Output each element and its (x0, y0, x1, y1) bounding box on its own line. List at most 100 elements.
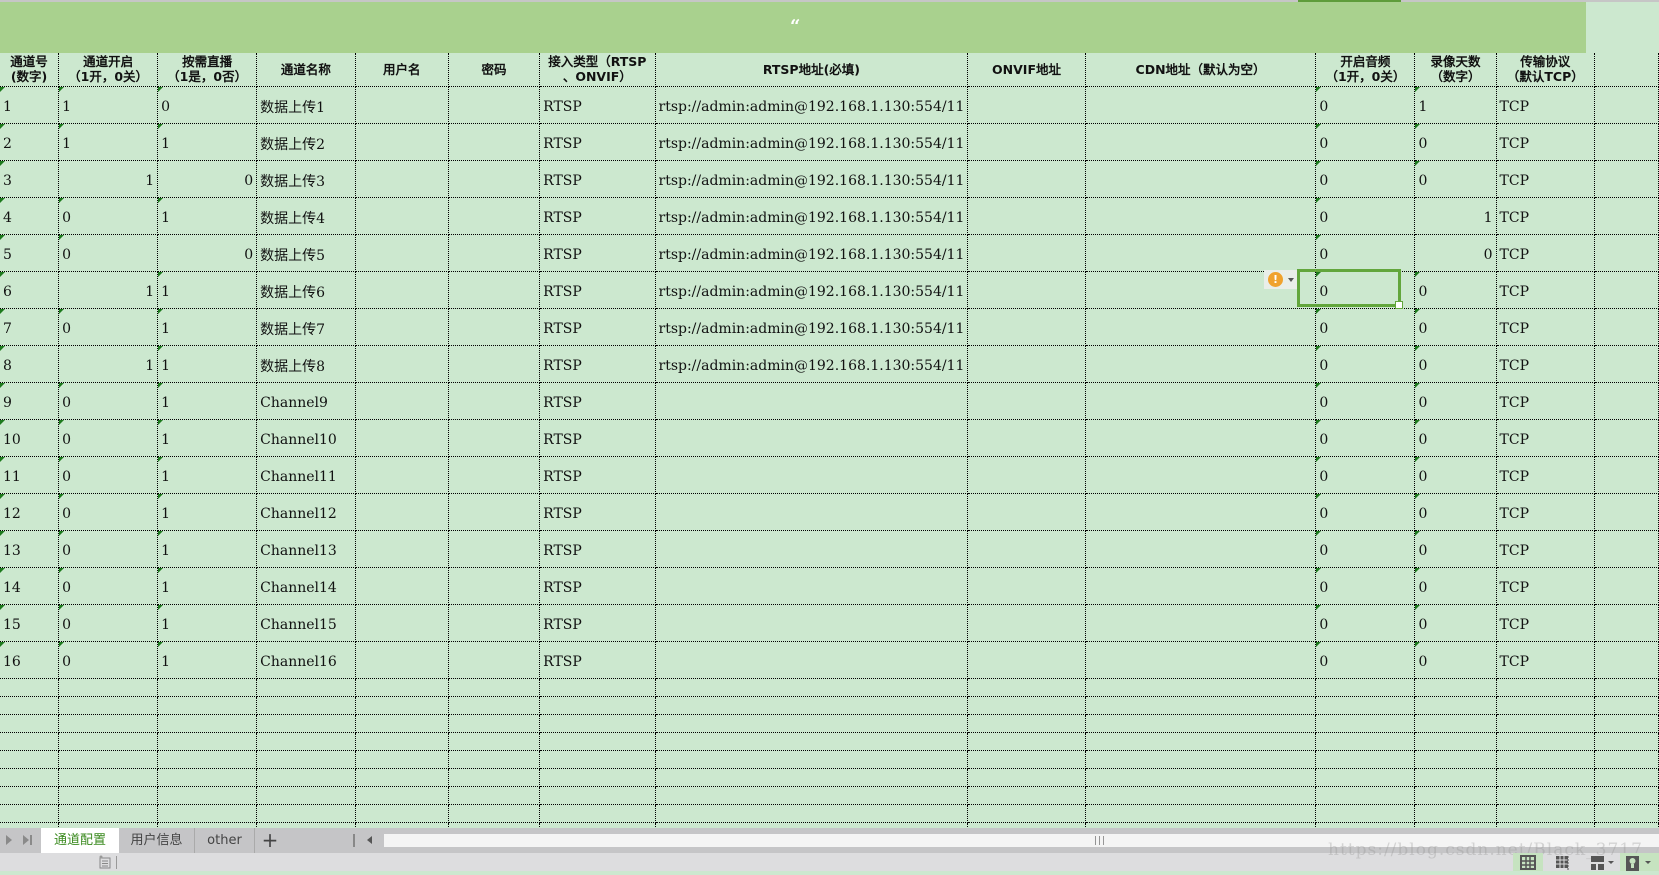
channel-number-cell[interactable]: 12 (0, 493, 60, 531)
channel-open-cell[interactable]: 1 (58, 345, 159, 383)
tab-splitter[interactable] (353, 834, 355, 847)
rtsp-url-cell[interactable] (655, 456, 969, 494)
empty-cell[interactable] (256, 678, 356, 697)
audio-cell[interactable]: 0 (1315, 456, 1416, 494)
sheet-tab-other[interactable]: other (195, 828, 255, 853)
channel-number-cell[interactable]: 7 (0, 308, 60, 346)
empty-cell[interactable] (1594, 714, 1659, 733)
rtsp-url-cell[interactable] (655, 419, 969, 457)
rtsp-url-cell[interactable]: rtsp://admin:admin@192.168.1.130:554/11 (655, 123, 969, 161)
on-demand-cell[interactable]: 1 (157, 567, 258, 605)
audio-cell[interactable]: 0 (1315, 197, 1416, 235)
onvif-url-cell[interactable] (967, 530, 1086, 568)
password-cell[interactable] (448, 567, 541, 605)
empty-cell[interactable] (448, 750, 541, 769)
record-days-cell[interactable]: 0 (1414, 345, 1497, 383)
rtsp-url-cell[interactable] (655, 641, 969, 679)
empty-cell[interactable] (1315, 732, 1416, 751)
channel-number-cell[interactable]: 3 (0, 160, 60, 198)
username-cell[interactable] (355, 86, 449, 124)
cdn-url-cell[interactable] (1085, 641, 1317, 679)
on-demand-cell[interactable]: 1 (157, 197, 258, 235)
channel-open-cell[interactable]: 0 (58, 530, 159, 568)
channel-name-cell[interactable]: 数据上传1 (256, 86, 356, 124)
empty-cell[interactable] (0, 750, 60, 769)
empty-cell[interactable] (1594, 768, 1659, 787)
channel-name-cell[interactable]: 数据上传4 (256, 197, 356, 235)
cdn-url-cell[interactable] (1085, 530, 1317, 568)
audio-cell[interactable]: 0 (1315, 234, 1416, 272)
record-days-cell[interactable]: 0 (1414, 419, 1497, 457)
onvif-url-cell[interactable] (967, 234, 1086, 272)
empty-cell[interactable] (1594, 696, 1659, 715)
empty-cell[interactable] (355, 786, 449, 805)
empty-cell[interactable] (1594, 732, 1659, 751)
record-days-cell[interactable]: 0 (1414, 382, 1497, 420)
username-cell[interactable] (355, 641, 449, 679)
empty-cell[interactable] (58, 696, 159, 715)
scroll-left-icon[interactable] (367, 836, 372, 844)
empty-cell[interactable] (1594, 123, 1659, 161)
channel-open-cell[interactable]: 1 (58, 86, 159, 124)
channel-name-cell[interactable]: 数据上传5 (256, 234, 356, 272)
empty-cell[interactable] (448, 786, 541, 805)
record-days-cell[interactable]: 0 (1414, 271, 1497, 309)
protocol-cell[interactable]: TCP (1496, 86, 1596, 124)
empty-cell[interactable] (58, 750, 159, 769)
empty-cell[interactable] (0, 786, 60, 805)
empty-cell[interactable] (539, 804, 656, 823)
rtsp-url-cell[interactable]: rtsp://admin:admin@192.168.1.130:554/11 (655, 160, 969, 198)
audio-cell[interactable]: 0 (1315, 604, 1416, 642)
empty-cell[interactable] (1496, 732, 1596, 751)
protocol-cell[interactable]: TCP (1496, 567, 1596, 605)
channel-name-cell[interactable]: Channel12 (256, 493, 356, 531)
audio-cell[interactable]: 0 (1315, 160, 1416, 198)
channel-open-cell[interactable]: 0 (58, 604, 159, 642)
empty-cell[interactable] (1085, 786, 1317, 805)
onvif-url-cell[interactable] (967, 456, 1086, 494)
record-days-cell[interactable]: 0 (1414, 160, 1497, 198)
empty-cell[interactable] (539, 750, 656, 769)
onvif-url-cell[interactable] (967, 345, 1086, 383)
empty-cell[interactable] (355, 732, 449, 751)
column-header[interactable]: 录像天数 （数字） (1414, 53, 1497, 87)
empty-cell[interactable] (1085, 696, 1317, 715)
password-cell[interactable] (448, 641, 541, 679)
protocol-cell[interactable]: TCP (1496, 419, 1596, 457)
channel-open-cell[interactable]: 1 (58, 271, 159, 309)
empty-cell[interactable] (1594, 678, 1659, 697)
empty-cell[interactable] (1496, 696, 1596, 715)
empty-cell[interactable] (256, 696, 356, 715)
empty-cell[interactable] (1315, 804, 1416, 823)
empty-cell[interactable] (1315, 786, 1416, 805)
empty-cell[interactable] (1594, 641, 1659, 679)
protocol-cell[interactable]: TCP (1496, 271, 1596, 309)
column-header[interactable]: 接入类型（RTSP 、ONVIF） (539, 53, 656, 87)
channel-name-cell[interactable]: Channel11 (256, 456, 356, 494)
empty-cell[interactable] (58, 804, 159, 823)
empty-cell[interactable] (1414, 804, 1497, 823)
empty-cell[interactable] (967, 696, 1086, 715)
selected-cell-outline[interactable] (1297, 269, 1403, 309)
empty-cell[interactable] (539, 696, 656, 715)
empty-cell[interactable] (157, 750, 258, 769)
empty-cell[interactable] (539, 732, 656, 751)
fill-handle[interactable] (1395, 301, 1403, 309)
access-type-cell[interactable]: RTSP (539, 197, 656, 235)
username-cell[interactable] (355, 567, 449, 605)
password-cell[interactable] (448, 160, 541, 198)
password-cell[interactable] (448, 86, 541, 124)
channel-number-cell[interactable]: 2 (0, 123, 60, 161)
empty-cell[interactable] (1496, 768, 1596, 787)
empty-cell[interactable] (1496, 804, 1596, 823)
rtsp-url-cell[interactable] (655, 382, 969, 420)
add-sheet-button[interactable]: + (258, 828, 282, 853)
empty-cell[interactable] (1594, 382, 1659, 420)
protocol-cell[interactable]: TCP (1496, 641, 1596, 679)
on-demand-cell[interactable]: 1 (157, 123, 258, 161)
username-cell[interactable] (355, 493, 449, 531)
protocol-cell[interactable]: TCP (1496, 382, 1596, 420)
protocol-cell[interactable]: TCP (1496, 345, 1596, 383)
column-header[interactable]: RTSP地址(必填) (655, 53, 969, 87)
empty-cell[interactable] (256, 786, 356, 805)
